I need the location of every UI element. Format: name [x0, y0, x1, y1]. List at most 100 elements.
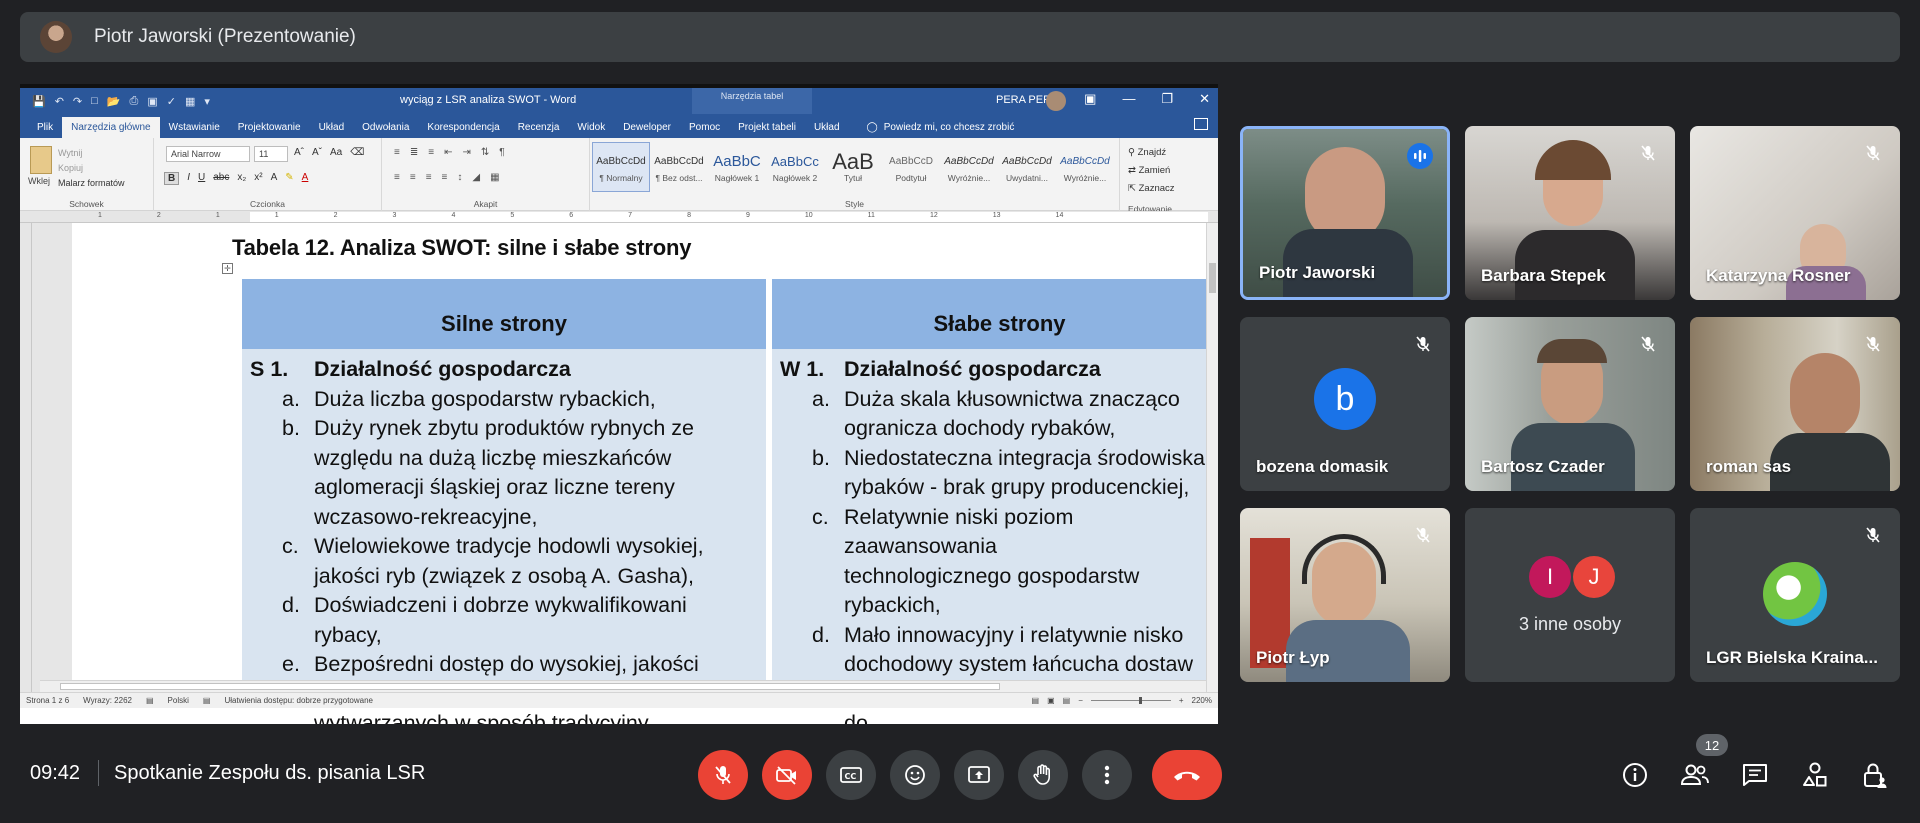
replace-button[interactable]: ⇄ Zamień [1128, 162, 1175, 180]
tab-file[interactable]: Plik [28, 122, 62, 138]
tab-insert[interactable]: Wstawianie [160, 122, 229, 138]
tab-layout[interactable]: Układ [310, 122, 354, 138]
print-layout-icon[interactable]: ▣ [1047, 696, 1055, 705]
change-case-button[interactable]: Aa [330, 147, 342, 158]
cut-button[interactable]: Wytnij [58, 146, 125, 161]
participant-tile[interactable]: Barbara Stepek [1465, 126, 1675, 300]
align-left-icon[interactable]: ≡ [394, 172, 400, 183]
clear-format-button[interactable]: ⌫ [350, 147, 364, 158]
font-color-icon[interactable]: A [302, 172, 309, 185]
font-name-select[interactable]: Arial Narrow [166, 146, 250, 162]
zoom-slider[interactable] [1090, 697, 1171, 704]
bold-button[interactable]: B [164, 172, 180, 185]
raise-hand-button[interactable] [1018, 750, 1068, 800]
preview-icon[interactable]: ▣ [147, 95, 157, 108]
borders-icon[interactable]: ▦ [490, 172, 499, 183]
macro-icon[interactable]: ▤ [203, 696, 211, 705]
decrease-indent-icon[interactable]: ⇤ [444, 147, 452, 158]
comments-icon[interactable] [1194, 118, 1208, 130]
participant-tile[interactable]: b bozena domasik [1240, 317, 1450, 491]
paste-icon[interactable] [30, 146, 52, 174]
captions-button[interactable]: CC [826, 750, 876, 800]
others-tile[interactable]: I J 3 inne osoby [1465, 508, 1675, 682]
ribbon-display-icon[interactable]: ▣ [1084, 91, 1096, 107]
italic-button[interactable]: I [187, 172, 190, 185]
text-effects-icon[interactable]: A [271, 172, 278, 185]
camera-toggle-button[interactable] [762, 750, 812, 800]
proofing-icon[interactable]: ▤ [146, 696, 154, 705]
strike-button[interactable]: abc [213, 172, 229, 185]
participant-tile[interactable]: LGR Bielska Kraina... [1690, 508, 1900, 682]
undo-icon[interactable]: ↶ [55, 95, 64, 108]
vertical-ruler[interactable] [20, 223, 32, 692]
superscript-button[interactable]: x² [254, 172, 262, 185]
style-subtitle[interactable]: AaBbCcD Podtytuł [882, 142, 940, 192]
read-mode-icon[interactable]: ▤ [1032, 696, 1040, 705]
tab-review[interactable]: Recenzja [509, 122, 569, 138]
document-page[interactable]: Tabela 12. Analiza SWOT: silne i słabe s… [72, 223, 1218, 724]
participant-tile[interactable]: Piotr Łyp [1240, 508, 1450, 682]
participant-tile[interactable]: Katarzyna Rosner [1690, 126, 1900, 300]
tab-table-layout[interactable]: Układ [805, 122, 849, 138]
host-controls-button[interactable] [1860, 760, 1890, 790]
participant-tile[interactable]: Piotr Jaworski [1240, 126, 1450, 300]
word-user-avatar[interactable] [1046, 91, 1066, 111]
style-heading-2[interactable]: AaBbCc Nagłówek 2 [766, 142, 824, 192]
find-button[interactable]: ⚲ Znajdź [1128, 144, 1175, 162]
chat-button[interactable] [1740, 760, 1770, 790]
style-emphasis[interactable]: AaBbCcDd Uwydatni... [998, 142, 1056, 192]
leave-call-button[interactable] [1152, 750, 1222, 800]
tab-references[interactable]: Odwołania [353, 122, 418, 138]
tab-developer[interactable]: Deweloper [614, 122, 680, 138]
tab-mailings[interactable]: Korespondencja [418, 122, 508, 138]
zoom-level[interactable]: 220% [1192, 696, 1212, 705]
quick-access-toolbar[interactable]: 💾 ↶ ↷ □ 📂 ⎙ ▣ ✓ ▦ ▾ [20, 95, 210, 108]
increase-indent-icon[interactable]: ⇥ [462, 147, 470, 158]
accessibility-status[interactable]: Ułatwienia dostępu: dobrze przygotowane [224, 696, 373, 705]
table-icon[interactable]: ▦ [185, 95, 195, 108]
word-count[interactable]: Wyrazy: 2262 [83, 696, 132, 705]
select-button[interactable]: ⇱ Zaznacz [1128, 180, 1175, 198]
spelling-icon[interactable]: ✓ [167, 95, 176, 108]
language[interactable]: Polski [168, 696, 189, 705]
style-subtle-emphasis[interactable]: AaBbCcDd Wyróżnie... [940, 142, 998, 192]
underline-button[interactable]: U [198, 172, 205, 185]
align-center-icon[interactable]: ≡ [410, 172, 416, 183]
tab-table-design[interactable]: Projekt tabeli [729, 122, 805, 138]
sort-icon[interactable]: ⇅ [481, 147, 489, 158]
align-right-icon[interactable]: ≡ [426, 172, 432, 183]
line-spacing-icon[interactable]: ↕ [457, 172, 462, 183]
people-button[interactable] [1680, 760, 1710, 790]
shrink-font-button[interactable]: Aˇ [312, 147, 322, 158]
mic-toggle-button[interactable] [698, 750, 748, 800]
tab-help[interactable]: Pomoc [680, 122, 729, 138]
maximize-icon[interactable]: ❐ [1161, 91, 1173, 107]
copy-button[interactable]: Kopiuj [58, 161, 125, 176]
grow-font-button[interactable]: Aˆ [294, 147, 304, 158]
participant-tile[interactable]: Bartosz Czader [1465, 317, 1675, 491]
style-no-spacing[interactable]: AaBbCcDd ¶ Bez odst... [650, 142, 708, 192]
horizontal-ruler[interactable]: 1 2 1 1 2 3 4 5 6 7 8 9 10 11 12 13 14 [20, 211, 1218, 223]
customize-icon[interactable]: ▾ [204, 95, 210, 108]
more-options-button[interactable] [1082, 750, 1132, 800]
numbering-icon[interactable]: ≣ [410, 147, 418, 158]
style-intense-emphasis[interactable]: AaBbCcDd Wyróżnie... [1056, 142, 1114, 192]
open-icon[interactable]: 📂 [107, 95, 121, 108]
bullets-icon[interactable]: ≡ [394, 147, 400, 158]
minimize-icon[interactable]: — [1122, 91, 1135, 107]
tell-me-box[interactable]: ◯ Powiedz mi, co chcesz zrobić [849, 122, 1015, 138]
paste-label[interactable]: Wklej [28, 176, 50, 186]
style-normal[interactable]: AaBbCcDd ¶ Normalny [592, 142, 650, 192]
vertical-scrollbar[interactable] [1206, 223, 1218, 692]
justify-icon[interactable]: ≡ [442, 172, 448, 183]
reactions-button[interactable] [890, 750, 940, 800]
new-doc-icon[interactable]: □ [91, 95, 98, 108]
table-move-handle[interactable]: ✛ [222, 263, 233, 274]
font-size-select[interactable]: 11 [254, 146, 288, 162]
highlight-icon[interactable]: ✎ [285, 172, 293, 185]
horizontal-scrollbar[interactable] [40, 680, 1206, 692]
tab-design[interactable]: Projektowanie [229, 122, 310, 138]
web-layout-icon[interactable]: ▤ [1063, 696, 1071, 705]
participant-tile[interactable]: roman sas [1690, 317, 1900, 491]
page-count[interactable]: Strona 1 z 6 [26, 696, 69, 705]
